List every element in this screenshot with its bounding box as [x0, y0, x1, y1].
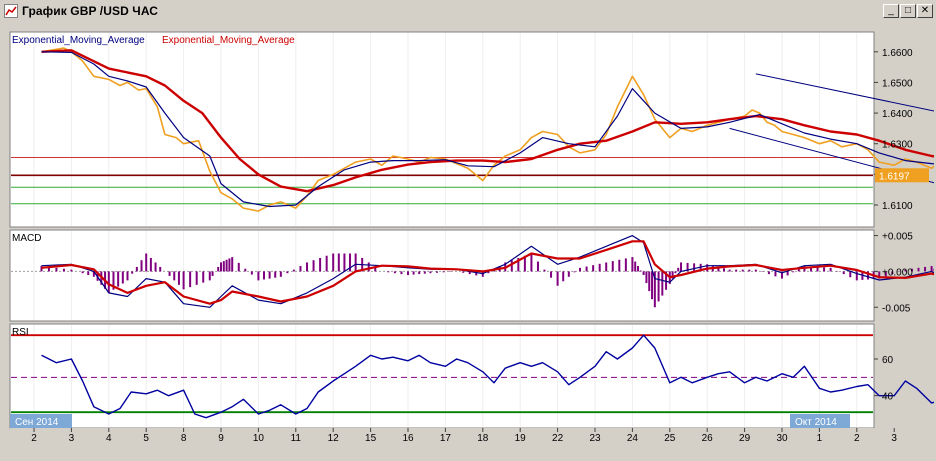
price-axis-tick-label: 1.6400	[882, 109, 913, 120]
chart-window: График GBP /USD ЧАС _ □ ✕ 1.6600 1.6500 1.…	[0, 0, 936, 458]
x-axis-tick-label: 10	[253, 433, 265, 444]
macd-panel[interactable]: +0.005 +0.000 -0.005 MACD	[9, 229, 936, 322]
current-price-label: 1.6197	[879, 171, 910, 182]
x-axis-tick-label: 9	[218, 433, 224, 444]
x-axis-tick-label: 26	[702, 433, 714, 444]
x-axis-tick-label: 8	[181, 433, 187, 444]
chart-area[interactable]: 1.66001.65001.64001.63001.62001.61001.61…	[4, 24, 936, 456]
x-axis-tick-label: 2	[31, 433, 37, 444]
rsi-panel[interactable]: 60 40 RSI	[9, 323, 936, 429]
month-label-sep: Сен 2014	[15, 417, 59, 428]
window-title: График GBP /USD ЧАС	[22, 4, 159, 18]
rsi-title: RSI	[12, 327, 29, 338]
minimize-button[interactable]: _	[883, 4, 899, 18]
price-axis-tick-label: 1.6300	[882, 140, 913, 151]
legend-ema-fast: Exponential_Moving_Average	[12, 35, 145, 46]
macd-axis-tick-label: +0.005	[882, 232, 913, 243]
x-axis-tick-label: 4	[106, 433, 112, 444]
x-axis-tick-label: 1	[817, 433, 823, 444]
x-axis-tick-label: 24	[627, 433, 639, 444]
title-bar[interactable]: График GBP /USD ЧАС _ □ ✕	[0, 0, 936, 22]
x-axis-tick-label: 18	[477, 433, 489, 444]
price-panel[interactable]: 1.66001.65001.64001.63001.62001.61001.61…	[9, 31, 936, 228]
price-axis-tick-label: 1.6100	[882, 201, 913, 212]
rsi-axis-tick-label: 60	[882, 355, 894, 366]
chart-app-icon	[4, 4, 18, 18]
price-axis-tick-label: 1.6600	[882, 48, 913, 59]
x-axis-tick-label: 15	[365, 433, 377, 444]
macd-title: MACD	[12, 233, 41, 244]
x-axis-tick-label: 22	[552, 433, 564, 444]
x-axis-tick-label: 11	[291, 433, 302, 444]
chart-svg[interactable]: 1.66001.65001.64001.63001.62001.61001.61…	[4, 24, 936, 456]
x-axis-tick-label: 17	[440, 433, 452, 444]
rsi-axis-tick-label: 40	[882, 392, 894, 403]
legend-ema-slow: Exponential_Moving_Average	[162, 35, 295, 46]
x-axis-tick-label: 3	[891, 433, 897, 444]
x-axis-tick-label: 2	[854, 433, 860, 444]
macd-axis-tick-label: +0.000	[882, 267, 913, 278]
x-axis-tick-label: 19	[515, 433, 527, 444]
maximize-button[interactable]: □	[900, 4, 916, 18]
x-axis-tick-label: 30	[776, 433, 788, 444]
x-axis-tick-label: 5	[143, 433, 149, 444]
x-axis-tick-label: 25	[664, 433, 676, 444]
x-axis-tick-label: 16	[402, 433, 414, 444]
x-axis-tick-label: 29	[739, 433, 751, 444]
x-axis-tick-label: 3	[69, 433, 75, 444]
x-axis-tick-label: 12	[328, 433, 340, 444]
x-axis-tick-label: 23	[589, 433, 601, 444]
price-axis-tick-label: 1.6500	[882, 78, 913, 89]
month-label-oct: Окт 2014	[795, 417, 837, 428]
close-button[interactable]: ✕	[917, 4, 933, 18]
macd-axis-tick-label: -0.005	[882, 303, 911, 314]
